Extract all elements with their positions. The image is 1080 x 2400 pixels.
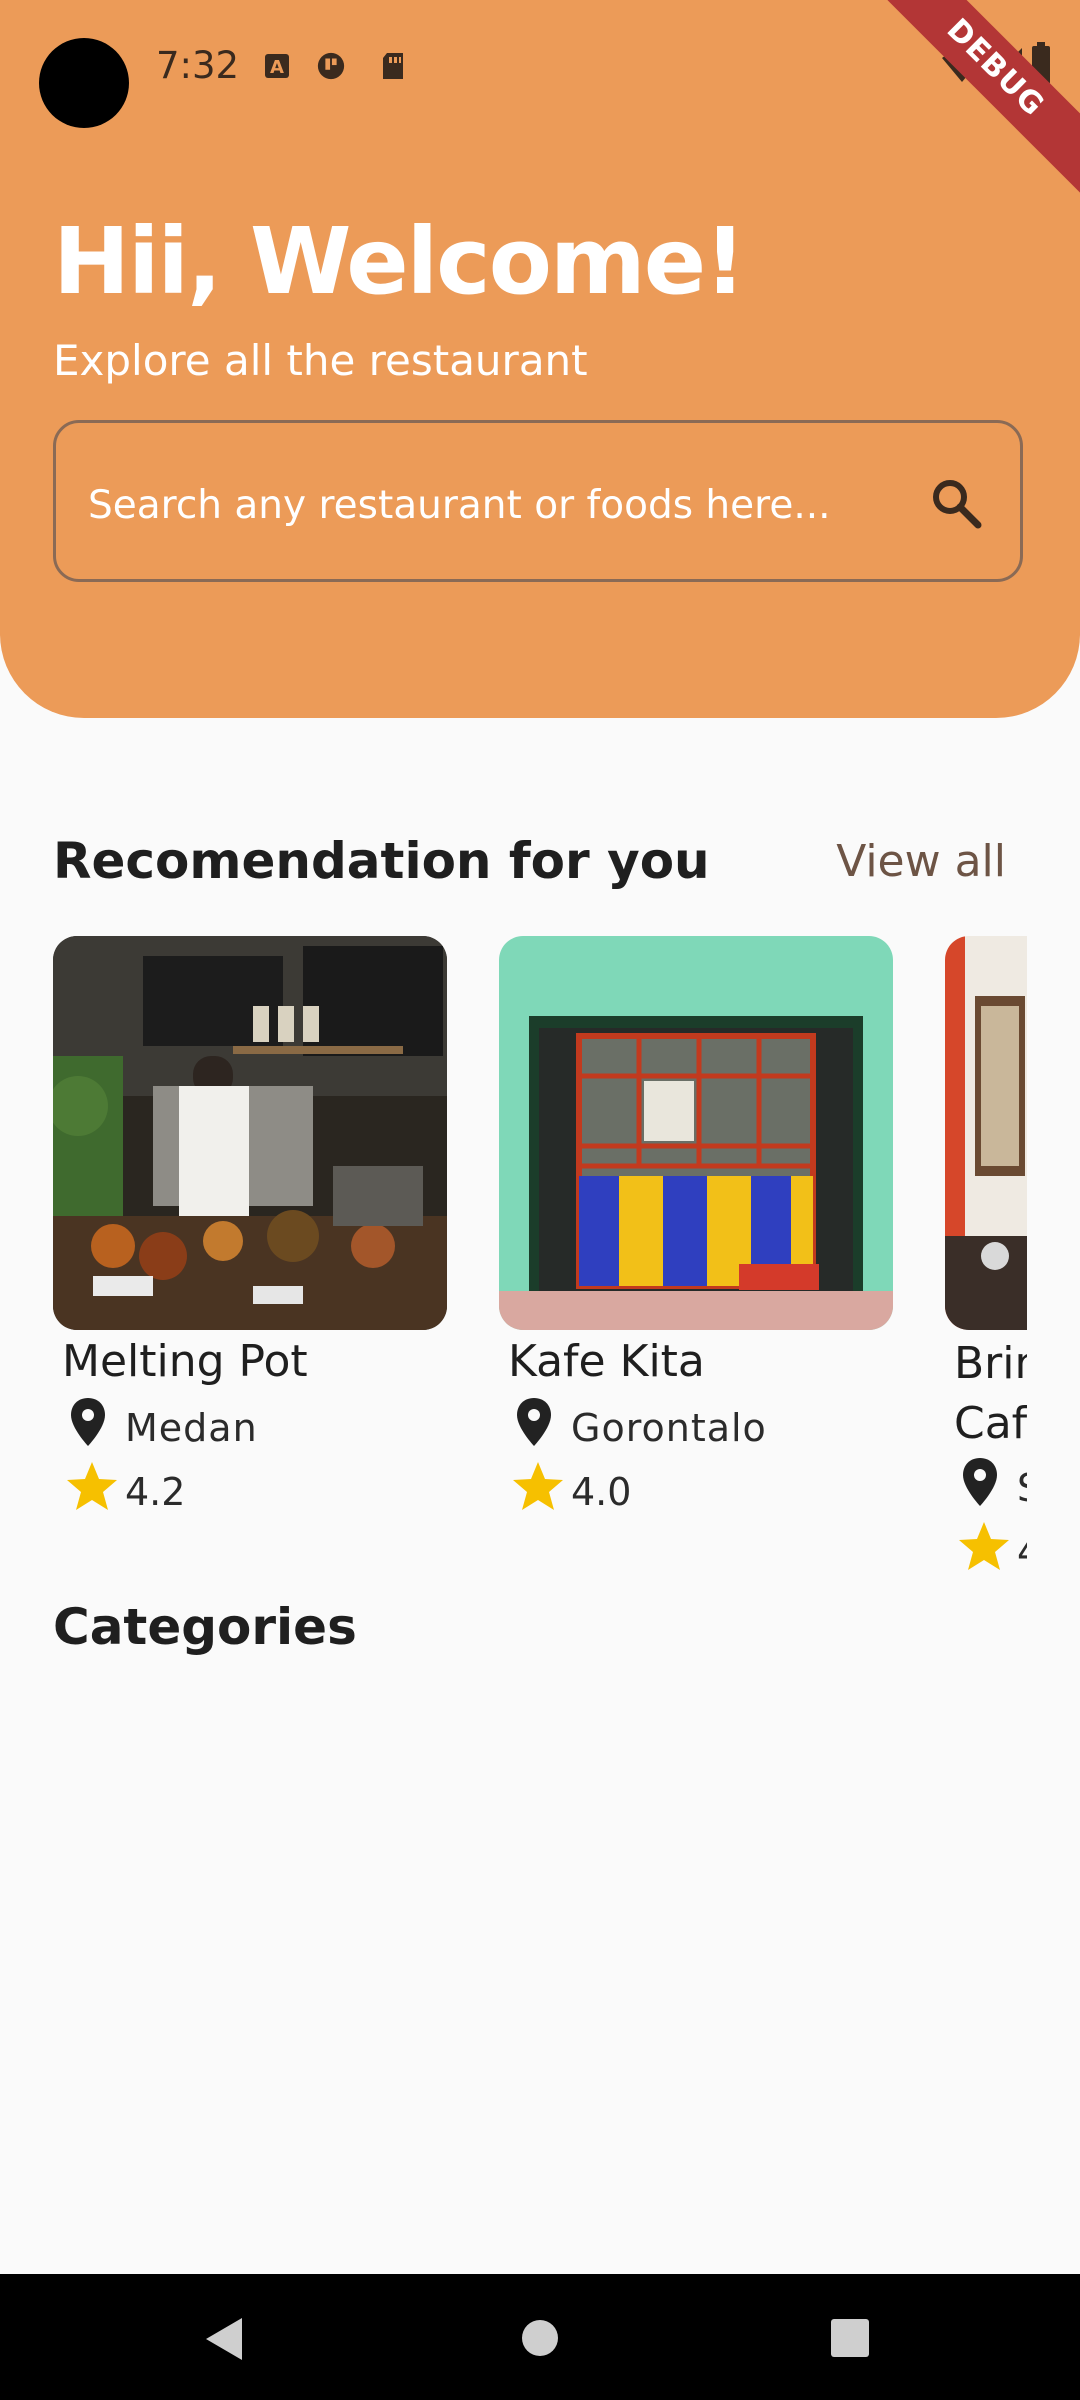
- recents-icon[interactable]: [830, 2318, 870, 2358]
- restaurant-city: Medan: [125, 1406, 258, 1450]
- location-pin-icon: [71, 1398, 105, 1446]
- search-icon[interactable]: [928, 475, 984, 531]
- restaurant-rating: 4: [1017, 1530, 1027, 1574]
- star-icon: [513, 1462, 563, 1510]
- system-nav-bar: [0, 2274, 1080, 2400]
- restaurant-city: Gorontalo: [571, 1406, 767, 1450]
- location-pin-icon: [963, 1458, 997, 1506]
- restaurant-name: Kafe Kita: [508, 1336, 705, 1387]
- categories-title: Categories: [53, 1598, 357, 1656]
- view-all-link[interactable]: View all: [836, 836, 1006, 887]
- welcome-subtitle: Explore all the restaurant: [53, 336, 588, 385]
- sd-card-icon: [383, 53, 403, 79]
- restaurant-card[interactable]: Melting Pot Medan 4.2: [53, 936, 447, 1514]
- status-time: 7:32: [156, 44, 240, 87]
- search-box[interactable]: [53, 420, 1023, 582]
- home-icon[interactable]: [520, 2318, 560, 2358]
- star-icon: [67, 1462, 117, 1510]
- restaurant-image: [53, 936, 447, 1330]
- camera-cutout: [39, 38, 129, 128]
- restaurant-card[interactable]: Kafe Kita Gorontalo 4.0: [499, 936, 893, 1514]
- restaurant-city: S: [1017, 1466, 1027, 1510]
- search-input[interactable]: [86, 479, 910, 531]
- svg-text:A: A: [270, 57, 284, 78]
- restaurant-rating: 4.2: [125, 1470, 186, 1514]
- recommendation-list: Melting Pot Medan 4.2 Kafe Kita Gorontal…: [53, 936, 1027, 1576]
- back-icon[interactable]: [204, 2316, 244, 2362]
- star-icon: [959, 1522, 1009, 1570]
- recommendation-title: Recomendation for you: [53, 832, 710, 890]
- welcome-title: Hii, Welcome!: [53, 208, 746, 315]
- restaurant-card[interactable]: Brin Cafe S 4: [945, 936, 1027, 1574]
- restaurant-rating: 4.0: [571, 1470, 632, 1514]
- restaurant-name: Melting Pot: [62, 1336, 308, 1387]
- location-pin-icon: [517, 1398, 551, 1446]
- restaurant-name: Brin Cafe: [954, 1338, 1027, 1449]
- notification-app-icon: [317, 52, 345, 80]
- restaurant-image: [499, 936, 893, 1330]
- restaurant-image: [945, 936, 1027, 1330]
- notification-a-icon: A: [265, 54, 289, 78]
